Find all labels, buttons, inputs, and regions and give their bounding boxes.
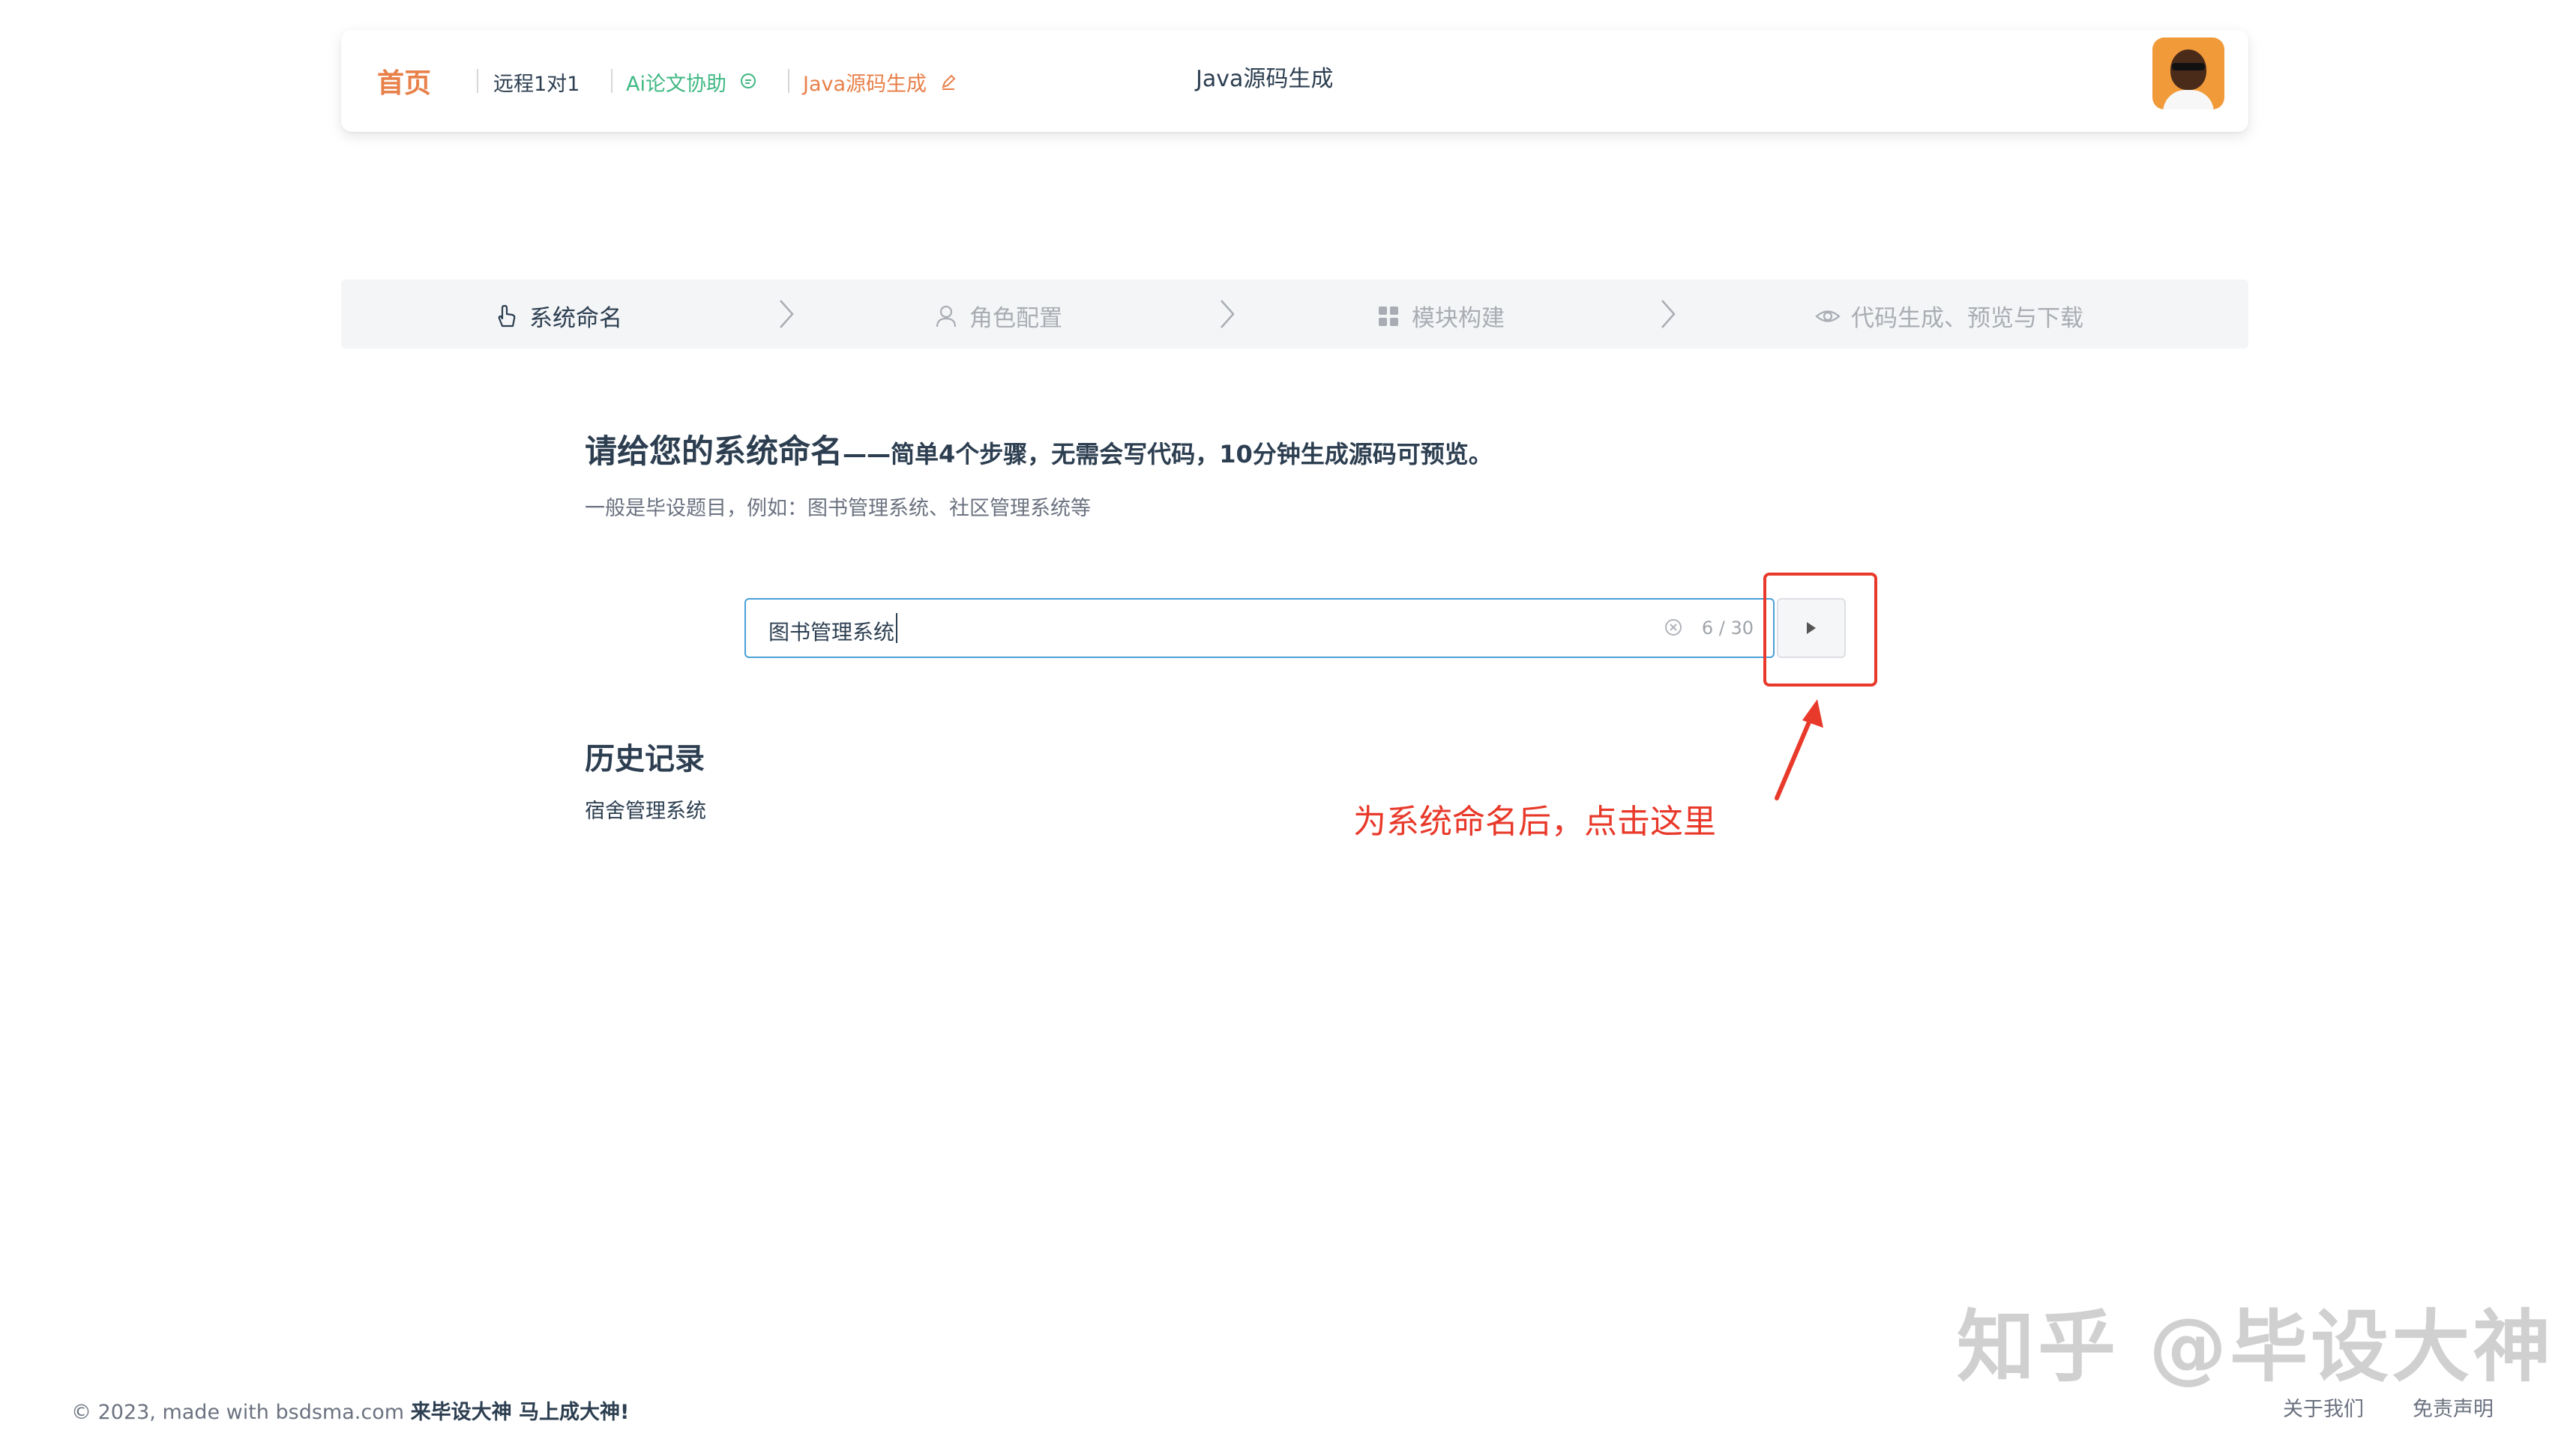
- nav-java-label: Java源码生成: [803, 73, 927, 96]
- step-label: 系统命名: [529, 305, 622, 332]
- chat-bubble-icon: [739, 73, 757, 95]
- avatar-glasses: [2172, 63, 2205, 70]
- pencil-icon: [939, 73, 957, 95]
- footer-about-link[interactable]: 关于我们: [2283, 1393, 2364, 1422]
- step-module-build[interactable]: 模块构建: [1376, 299, 1505, 333]
- footer-copyright: © 2023, made with bsdsma.com 来毕设大神 马上成大神…: [71, 1396, 629, 1425]
- nav-java-link[interactable]: Java源码生成: [803, 67, 957, 97]
- grid-icon: [1376, 304, 1401, 329]
- user-avatar[interactable]: [2152, 37, 2224, 109]
- step-label: 角色配置: [969, 305, 1062, 332]
- main-heading: 请给您的系统命名——简单4个步骤，无需会写代码，10分钟生成源码可预览。: [585, 426, 1493, 472]
- pointer-hand-icon: [493, 304, 519, 329]
- nav-ai-label: Ai论文协助: [626, 73, 726, 96]
- step-label: 模块构建: [1412, 305, 1505, 332]
- annotation-arrow-icon: [1775, 699, 1823, 800]
- footer-slogan: 来毕设大神 马上成大神!: [410, 1401, 630, 1424]
- history-heading: 历史记录: [585, 742, 705, 776]
- zhihu-watermark: 知乎 @毕设大神: [1957, 1301, 2554, 1393]
- eye-icon: [1815, 304, 1841, 329]
- char-counter: 6 / 30: [1701, 618, 1754, 639]
- top-header: 首页 远程1对1 Ai论文协助 Java源码生成 Java源码生成: [341, 30, 2248, 132]
- user-icon: [933, 304, 959, 329]
- step-system-naming[interactable]: 系统命名: [493, 299, 622, 333]
- chevron-right-icon: [1221, 300, 1235, 328]
- annotation-text: 为系统命名后，点击这里: [1353, 803, 1716, 841]
- nav-home-link[interactable]: 首页: [377, 61, 431, 100]
- chevron-right-icon: [780, 300, 794, 328]
- nav-remote-link[interactable]: 远程1对1: [493, 67, 580, 97]
- annotation-highlight-box: [1763, 573, 1877, 687]
- step-role-config[interactable]: 角色配置: [933, 299, 1062, 333]
- clear-circle-icon[interactable]: [1662, 616, 1685, 639]
- nav-ai-link[interactable]: Ai论文协助: [626, 67, 757, 97]
- history-item[interactable]: 宿舍管理系统: [585, 794, 706, 824]
- chevron-right-icon: [1661, 300, 1676, 328]
- nav-divider: [788, 69, 789, 93]
- steps-bar: 系统命名 角色配置 模块构建 代码生成、预览与下载: [341, 280, 2248, 349]
- avatar-shirt: [2163, 90, 2214, 109]
- footer-disclaimer-link[interactable]: 免责声明: [2413, 1393, 2494, 1422]
- step-code-generate[interactable]: 代码生成、预览与下载: [1815, 299, 2083, 333]
- page-title: Java源码生成: [1196, 66, 1334, 92]
- nav-divider: [477, 69, 478, 93]
- main-heading-text: 请给您的系统命名: [585, 433, 843, 471]
- system-name-input[interactable]: 图书管理系统 6 / 30: [744, 598, 1775, 658]
- nav-divider: [611, 69, 613, 93]
- copyright-text: © 2023, made with bsdsma.com: [71, 1401, 405, 1424]
- main-heading-tail: ——简单4个步骤，无需会写代码，10分钟生成源码可预览。: [843, 440, 1493, 468]
- input-value: 图书管理系统: [768, 620, 895, 645]
- step-label: 代码生成、预览与下载: [1851, 305, 2083, 332]
- text-caret: [896, 613, 897, 643]
- main-subtitle: 一般是毕设题目，例如：图书管理系统、社区管理系统等: [585, 497, 1091, 520]
